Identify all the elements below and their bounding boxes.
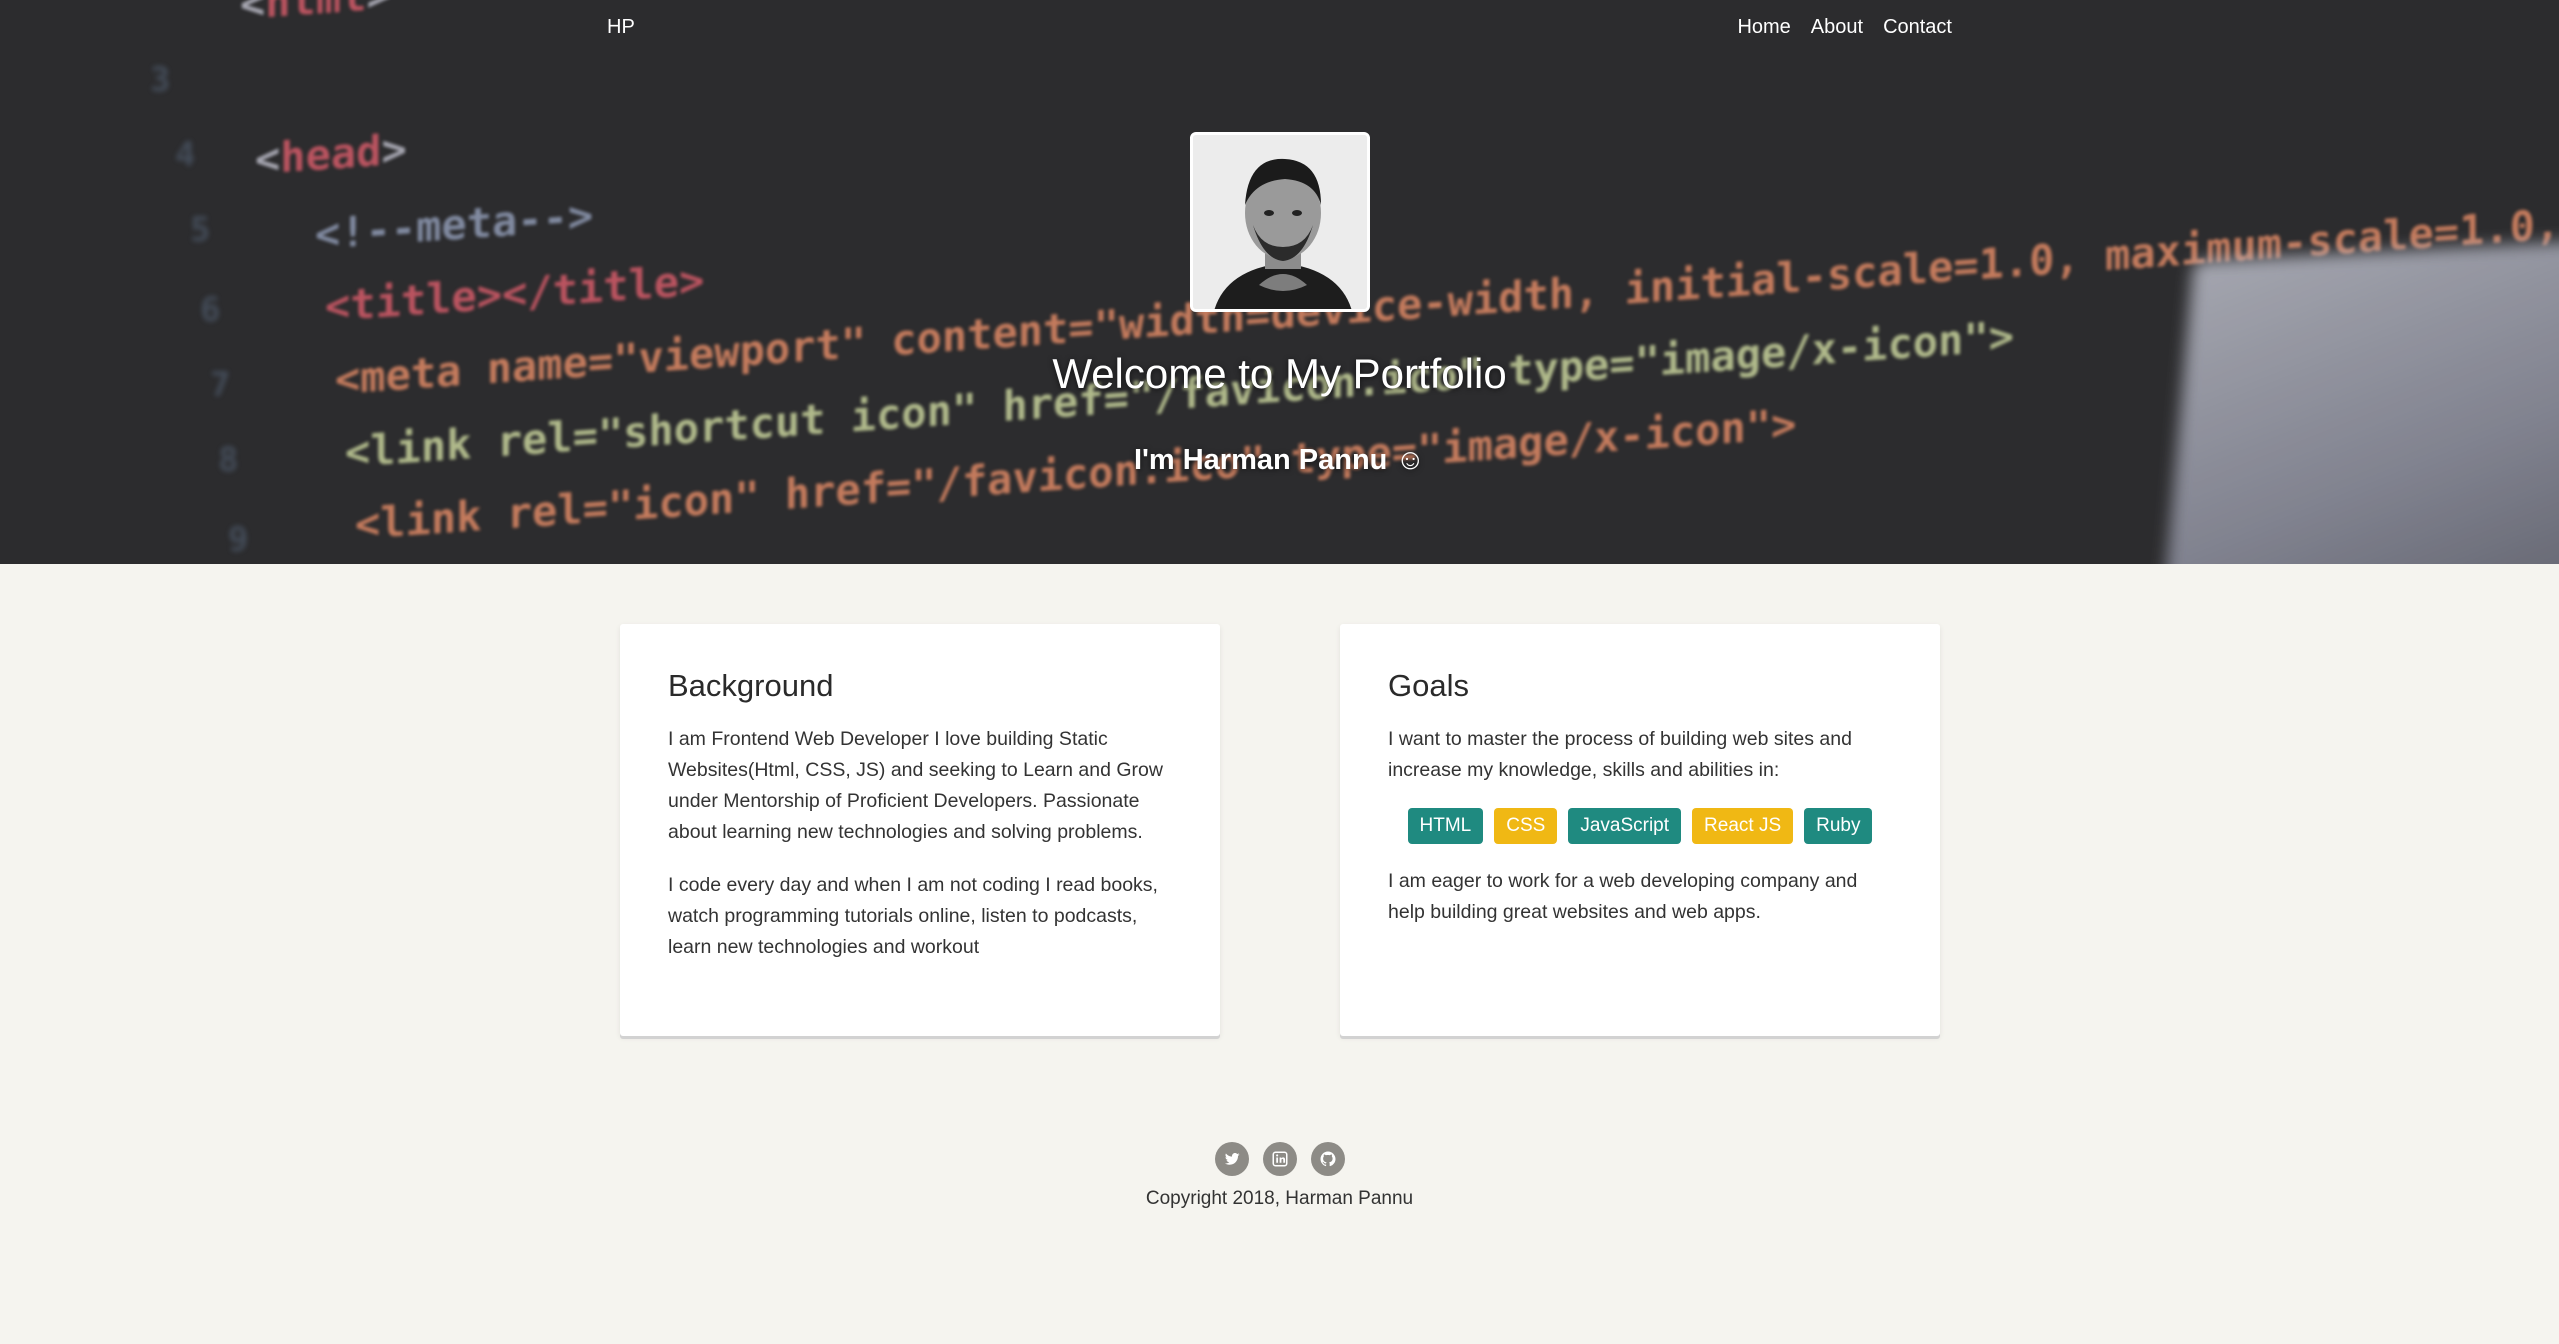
nav-link-about[interactable]: About (1811, 16, 1863, 39)
background-card: Background I am Frontend Web Developer I… (620, 624, 1220, 1036)
card-paragraph: I want to master the process of building… (1388, 728, 1852, 781)
avatar (1190, 132, 1370, 312)
profile-photo-icon (1193, 135, 1367, 309)
linkedin-icon[interactable] (1262, 1142, 1297, 1176)
brand-logo[interactable]: HP (607, 16, 635, 39)
card-paragraph: I code every day and when I am not codin… (668, 874, 1158, 958)
skill-tag-css: CSS (1494, 808, 1558, 844)
hero-title: Welcome to My Portfolio (1052, 350, 1507, 397)
social-links (0, 1142, 2559, 1176)
navbar: HP Home About Contact (0, 0, 2559, 60)
nav-link-home[interactable]: Home (1737, 16, 1790, 39)
github-icon[interactable] (1310, 1142, 1345, 1176)
hero-section: 3 4 5 6 7 8 9 <html> <head> <!--meta--> … (0, 0, 2559, 564)
skill-tag-react: React JS (1692, 808, 1794, 844)
card-title: Goals (1388, 668, 1469, 703)
skill-tag-javascript: JavaScript (1568, 808, 1682, 844)
content-cards: Background I am Frontend Web Developer I… (620, 624, 1940, 1036)
copyright-text: Copyright 2018, Harman Pannu (1145, 1188, 1414, 1209)
footer: Copyright 2018, Harman Pannu (0, 1142, 2559, 1210)
goals-card: Goals I want to master the process of bu… (1340, 624, 1940, 1036)
skill-tag-ruby: Ruby (1804, 808, 1873, 844)
nav-link-contact[interactable]: Contact (1883, 16, 1952, 39)
card-paragraph: I am Frontend Web Developer I love build… (668, 728, 1163, 843)
skill-tag-html: HTML (1407, 808, 1484, 844)
code-line: <!--meta--> (315, 190, 594, 259)
nav-links: Home About Contact (1737, 16, 1952, 39)
card-paragraph: I am eager to work for a web developing … (1388, 870, 1858, 923)
code-line: <title></title> (325, 255, 705, 331)
skill-tags: HTML CSS JavaScript React JS Ruby (1388, 808, 1892, 844)
card-title: Background (668, 668, 834, 703)
twitter-icon[interactable] (1214, 1142, 1249, 1176)
hero-subtitle: I'm Harman Pannu ☺ (1133, 444, 1426, 476)
laptop-background (2161, 239, 2559, 564)
